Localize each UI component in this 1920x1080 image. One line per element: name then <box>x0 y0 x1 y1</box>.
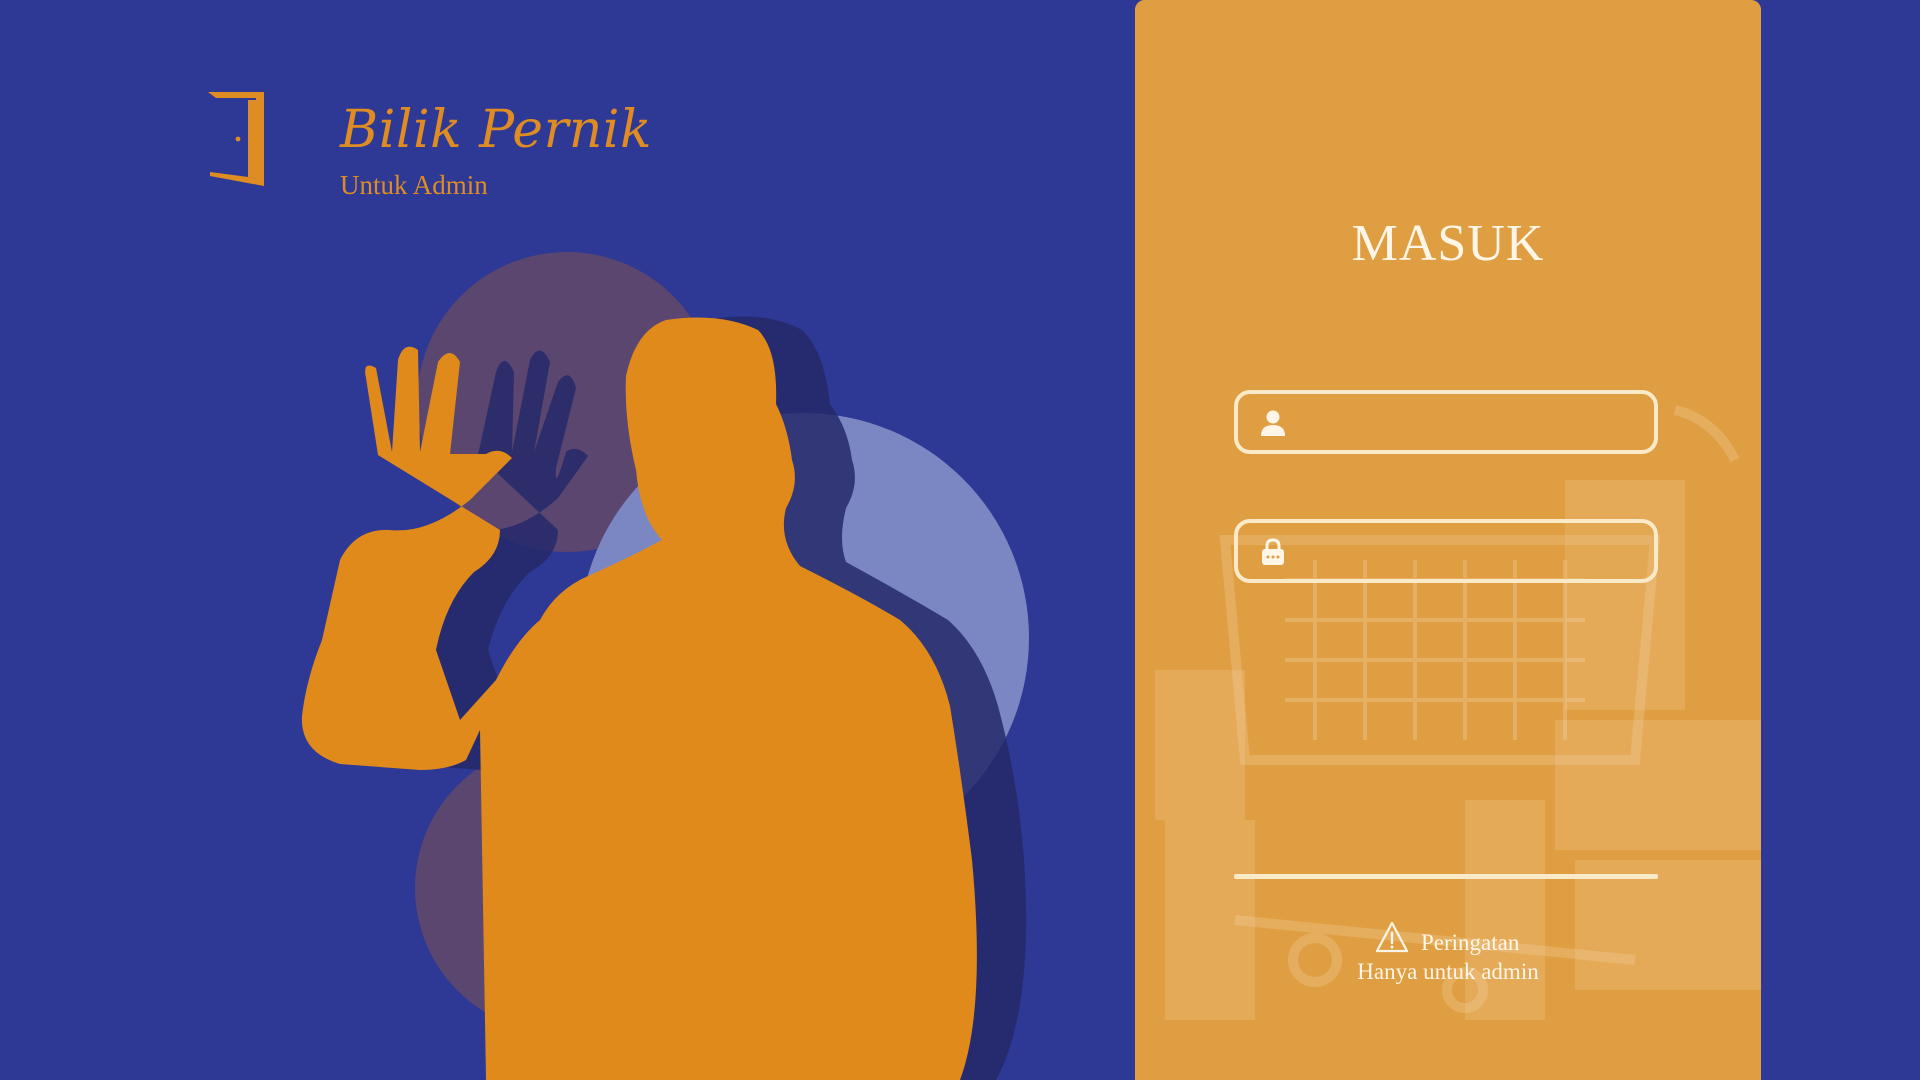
warning-title: Peringatan <box>1421 930 1520 955</box>
lock-icon <box>1262 538 1284 565</box>
warning-icon <box>1375 921 1409 953</box>
warning-text: Hanya untuk admin <box>1357 959 1539 984</box>
waving-person-illustration <box>301 252 1029 1080</box>
password-input[interactable] <box>1302 523 1642 579</box>
submit-button[interactable] <box>1234 874 1658 879</box>
user-icon <box>1261 410 1285 436</box>
password-field[interactable] <box>1234 519 1658 583</box>
username-field[interactable] <box>1234 390 1658 454</box>
username-input[interactable] <box>1302 394 1642 450</box>
login-title: MASUK <box>1351 215 1545 272</box>
login-panel: MASUK Peringatan Hanya untuk admin <box>1135 0 1761 1080</box>
